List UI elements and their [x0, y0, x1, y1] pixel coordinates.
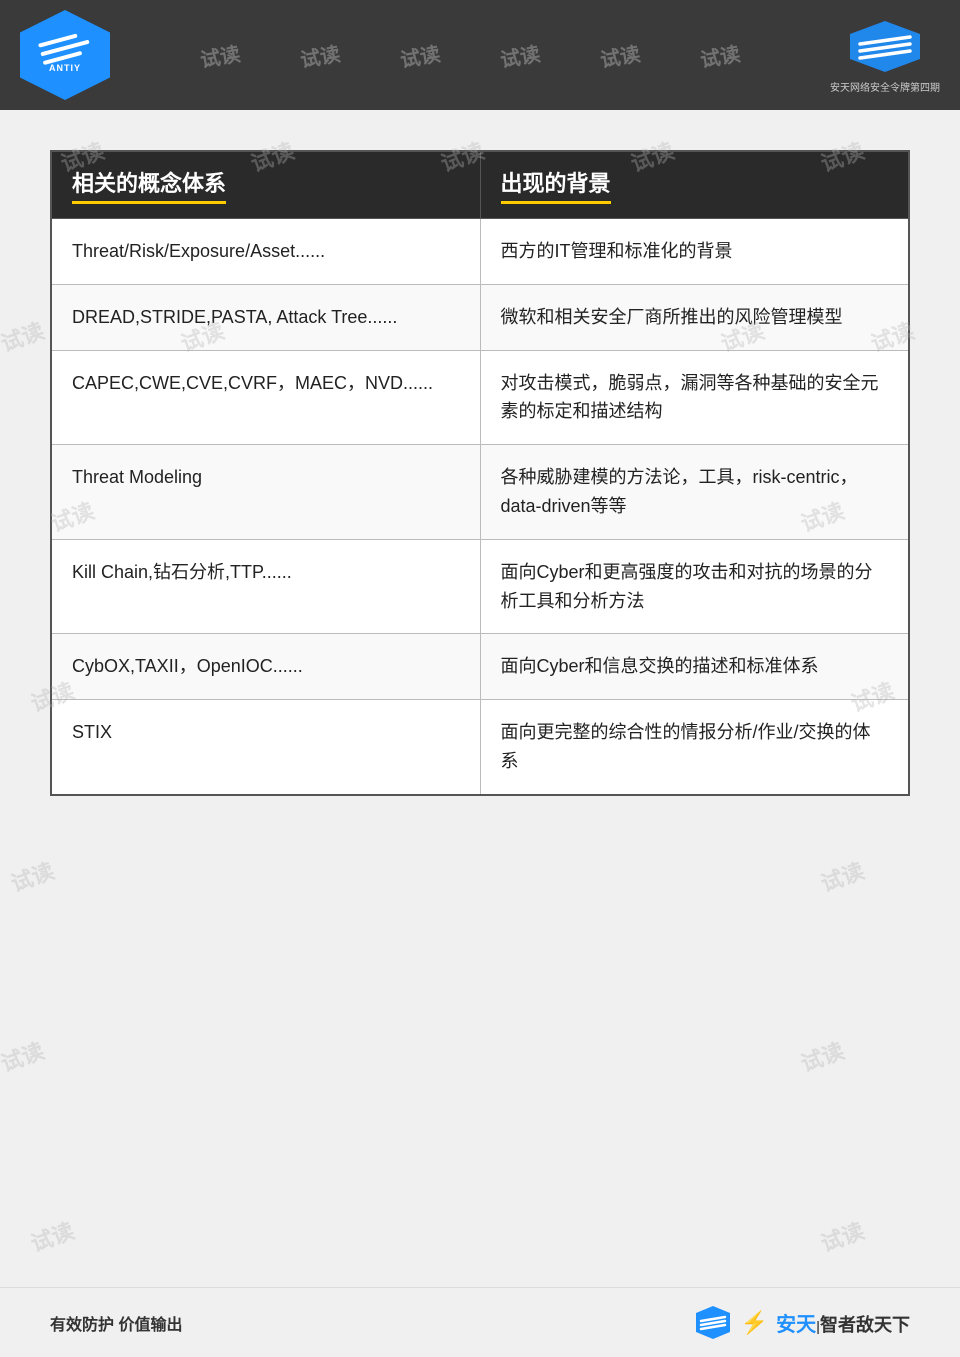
table-cell-left: CybOX,TAXII，OpenIOC...... — [51, 634, 480, 700]
header-wm-3: 试读 — [398, 41, 442, 70]
table-cell-left: CAPEC,CWE,CVE,CVRF，MAEC，NVD...... — [51, 350, 480, 445]
table-cell-right: 西方的IT管理和标准化的背景 — [480, 219, 909, 285]
table-row: CAPEC,CWE,CVE,CVRF，MAEC，NVD......对攻击模式，脆… — [51, 350, 909, 445]
table-cell-right: 对攻击模式，脆弱点，漏洞等各种基础的安全元素的标定和描述结构 — [480, 350, 909, 445]
watermark: 试读 — [816, 1213, 868, 1258]
table-cell-right: 面向更完整的综合性的情报分析/作业/交换的体系 — [480, 700, 909, 795]
table-cell-right: 各种威胁建模的方法论，工具，risk-centric，data-driven等等 — [480, 445, 909, 540]
table-cell-left: Kill Chain,钻石分析,TTP...... — [51, 539, 480, 634]
table-row: STIX面向更完整的综合性的情报分析/作业/交换的体系 — [51, 700, 909, 795]
col2-header: 出现的背景 — [480, 151, 909, 219]
header-wm-4: 试读 — [498, 41, 542, 70]
antiy-logo-box: ANTIY — [20, 10, 110, 100]
table-cell-right: 面向Cyber和信息交换的描述和标准体系 — [480, 634, 909, 700]
data-table: 相关的概念体系 出现的背景 Threat/Risk/Exposure/Asset… — [50, 150, 910, 796]
table-cell-right: 面向Cyber和更高强度的攻击和对抗的场景的分析工具和分析方法 — [480, 539, 909, 634]
watermark: 试读 — [26, 1213, 78, 1258]
header-wm-5: 试读 — [598, 41, 642, 70]
header-subtitle: 安天网络安全令牌第四期 — [830, 79, 940, 94]
header-wm-6: 试读 — [698, 41, 742, 70]
logo-lines — [38, 31, 92, 65]
table-cell-right: 微软和相关安全厂商所推出的风险管理模型 — [480, 284, 909, 350]
table-cell-left: STIX — [51, 700, 480, 795]
col1-header: 相关的概念体系 — [51, 151, 480, 219]
footer-brand-text: 安天|智者敌天下 — [776, 1308, 910, 1337]
watermark: 试读 — [816, 853, 868, 898]
footer-left-text: 有效防护 价值输出 — [50, 1311, 182, 1335]
table-row: Threat Modeling各种威胁建模的方法论，工具，risk-centri… — [51, 445, 909, 540]
header-watermarks: 试读 试读 试读 试读 试读 试读 — [110, 41, 830, 70]
footer-right: ⚡ 安天|智者敌天下 — [693, 1305, 910, 1340]
watermark: 试读 — [0, 1033, 48, 1078]
footer-antiy-icon — [693, 1305, 733, 1340]
table-cell-left: Threat/Risk/Exposure/Asset...... — [51, 219, 480, 285]
header-bar: ANTIY 试读 试读 试读 试读 试读 试读 安天网络安全令牌第四期 — [0, 0, 960, 110]
col2-header-text: 出现的背景 — [501, 166, 611, 204]
table-cell-left: DREAD,STRIDE,PASTA, Attack Tree...... — [51, 284, 480, 350]
header-logo-img — [845, 17, 925, 77]
watermark: 试读 — [796, 1033, 848, 1078]
header-right: 安天网络安全令牌第四期 — [830, 17, 940, 94]
antiy-svg-logo — [845, 19, 925, 74]
col1-header-text: 相关的概念体系 — [72, 166, 226, 204]
logo-text: ANTIY — [49, 63, 81, 73]
table-row: DREAD,STRIDE,PASTA, Attack Tree......微软和… — [51, 284, 909, 350]
header-wm-1: 试读 — [198, 41, 242, 70]
watermark: 试读 — [6, 853, 58, 898]
footer-logo-text: ⚡ — [741, 1310, 768, 1336]
table-row: Threat/Risk/Exposure/Asset......西方的IT管理和… — [51, 219, 909, 285]
table-row: CybOX,TAXII，OpenIOC......面向Cyber和信息交换的描述… — [51, 634, 909, 700]
table-cell-left: Threat Modeling — [51, 445, 480, 540]
footer: 有效防护 价值输出 ⚡ 安天|智者敌天下 — [0, 1287, 960, 1357]
header-wm-2: 试读 — [298, 41, 342, 70]
table-row: Kill Chain,钻石分析,TTP......面向Cyber和更高强度的攻击… — [51, 539, 909, 634]
main-content: 相关的概念体系 出现的背景 Threat/Risk/Exposure/Asset… — [0, 110, 960, 836]
